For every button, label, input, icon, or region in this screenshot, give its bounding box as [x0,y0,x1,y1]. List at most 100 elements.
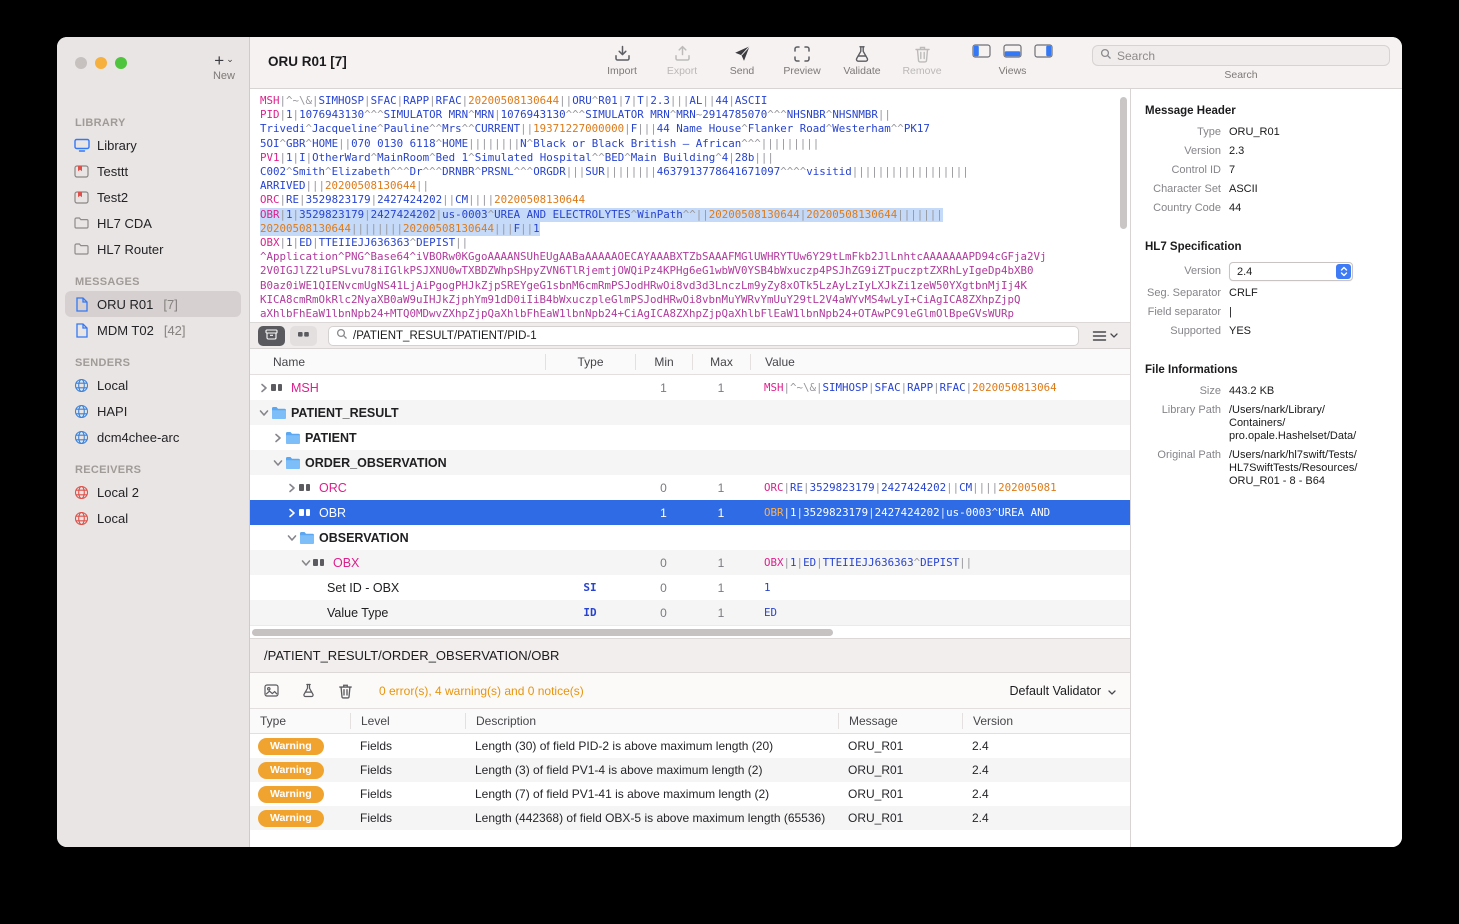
tree-column-value[interactable]: Value [750,354,1130,370]
tree-row-orc[interactable]: ORC01ORC|RE|3529823179|2427424202||CM|||… [250,475,1130,500]
sidebar-item-local[interactable]: Local [65,372,241,398]
tree-row-patient[interactable]: PATIENT [250,425,1130,450]
view-right-panel-icon[interactable] [1034,44,1053,63]
folder-icon [285,456,305,469]
sidebar-item-local-2[interactable]: Local 2 [65,479,241,505]
sidebar-item-hapi[interactable]: HAPI [65,398,241,424]
hl7-version-select[interactable]: 2.4 [1229,262,1353,281]
tree-column-min[interactable]: Min [635,354,692,370]
warning-badge: Warning [258,762,324,779]
sidebar-item-test2[interactable]: Test2 [65,184,241,210]
disclosure-down-icon[interactable] [298,559,313,567]
tree-row-obr[interactable]: OBR11OBR|1|3529823179|2427424202|us-0003… [250,500,1130,525]
send-button[interactable]: Send [720,44,764,77]
inspector-label: Original Path [1145,449,1229,462]
sidebar-item-hl7-cda[interactable]: HL7 CDA [65,210,241,236]
sidebar-section-senders: SENDERSLocalHAPIdcm4chee-arc [57,357,249,450]
tree-row-name: PATIENT_RESULT [291,406,399,420]
tree-row-msh[interactable]: MSH11MSH|^~\&|SIMHOSP|SFAC|RAPP|RFAC|202… [250,375,1130,400]
flat-view-button[interactable] [290,326,317,346]
sidebar-item-mdm-t02[interactable]: MDM T02[42] [65,317,241,343]
disclosure-down-icon[interactable] [284,534,299,542]
import-button[interactable]: Import [600,44,644,77]
sidebar-item-hl7-router[interactable]: HL7 Router [65,236,241,262]
inspector-section-hl7-specification: HL7 SpecificationVersion2.4Seg. Separato… [1145,241,1392,338]
inspector-label: Country Code [1145,202,1229,215]
folder-icon [285,431,305,444]
view-bottom-panel-icon[interactable] [1003,44,1022,63]
disclosure-right-icon[interactable] [284,508,299,518]
tree-search-field[interactable]: /PATIENT_RESULT/PATIENT/PID-1 [328,326,1079,346]
inspector-section-title: Message Header [1145,105,1392,117]
sidebar-item-oru-r01[interactable]: ORU R01[7] [65,291,241,317]
tree-cell-min: 0 [635,556,692,570]
issue-row[interactable]: WarningFieldsLength (30) of field PID-2 … [250,734,1130,758]
tree-row-obx[interactable]: OBX01OBX|1|ED|TTEIIEJJ636363^DEPIST|| [250,550,1130,575]
issues-column-version[interactable]: Version [962,713,1130,729]
grouped-view-button[interactable] [258,326,285,346]
warning-badge: Warning [258,786,324,803]
inspector-row-type: TypeORU_R01 [1145,126,1392,139]
issues-column-message[interactable]: Message [838,713,962,729]
message-editor[interactable]: MSH|^~\&|SIMHOSP|SFAC|RAPP|RFAC|20200508… [250,89,1130,322]
issues-column-description[interactable]: Description [465,713,838,729]
issue-row[interactable]: WarningFieldsLength (3) of field PV1-4 i… [250,758,1130,782]
issue-row[interactable]: WarningFieldsLength (7) of field PV1-41 … [250,782,1130,806]
sidebar-item-library[interactable]: Library [65,132,241,158]
issue-version-cell: 2.4 [962,787,1130,801]
disclosure-right-icon[interactable] [256,383,271,393]
inspector-section-file-informations: File InformationsSize443.2 KBLibrary Pat… [1145,364,1392,488]
tree-row-name: ORC [319,481,347,495]
display-options-button[interactable] [1090,330,1120,342]
sidebar-item-local[interactable]: Local [65,505,241,531]
doc-icon [73,297,90,312]
trash-icon[interactable] [338,683,353,699]
disclosure-down-icon[interactable] [270,459,285,467]
horizontal-scrollbar[interactable] [250,625,1130,638]
editor-line: ARRIVED|||20200508130644|| [260,179,1116,193]
editor-line: 2V0IGJlZ2luPSLvu78iIGlkPSJXNU0wTXBDZWhpS… [260,264,1116,278]
validate-icon[interactable] [301,683,316,698]
tree-cell-max: 1 [692,606,750,620]
toolbar-search-field[interactable]: Search [1092,45,1390,66]
scrollbar-thumb[interactable] [252,629,833,636]
tree-column-name[interactable]: Name [250,354,545,370]
validate-button[interactable]: Validate [840,44,884,77]
tree-row-name: OBSERVATION [319,531,409,545]
issue-row[interactable]: WarningFieldsLength (442368) of field OB… [250,806,1130,830]
tree-row-observation[interactable]: OBSERVATION [250,525,1130,550]
tree-row-order-observation[interactable]: ORDER_OBSERVATION [250,450,1130,475]
inspector-value: ORU_R01 [1229,126,1381,139]
validator-select[interactable]: Default Validator [1010,684,1117,698]
doc-icon [73,323,90,338]
tree-column-max[interactable]: Max [692,354,750,370]
issues-column-level[interactable]: Level [350,713,465,729]
tree-column-type[interactable]: Type [545,354,635,370]
view-left-panel-icon[interactable] [972,44,991,63]
tree-row-value-type[interactable]: Value TypeID01ED [250,600,1130,625]
minimize-window-button[interactable] [95,57,107,69]
preview-button[interactable]: Preview [780,44,824,77]
issues-column-type[interactable]: Type [250,713,350,729]
editor-scrollbar[interactable] [1120,97,1127,229]
folder-icon [271,406,291,419]
disclosure-right-icon[interactable] [270,433,285,443]
sidebar-item-dcm4chee-arc[interactable]: dcm4chee-arc [65,424,241,450]
message-detail-pane: MSH|^~\&|SIMHOSP|SFAC|RAPP|RFAC|20200508… [250,89,1130,847]
disclosure-down-icon[interactable] [256,409,271,417]
sidebar-item-label: Local [97,511,128,526]
inspector-row-field-separator: Field separator| [1145,306,1392,319]
tree-row-patient-result[interactable]: PATIENT_RESULT [250,400,1130,425]
new-button[interactable]: +⌄ New [213,51,235,82]
editor-line: PV1|1|I|OtherWard^MainRoom^Bed 1^Simulat… [260,151,1116,165]
editor-line: ORC|RE|3529823179|2427424202||CM||||2020… [260,193,1116,207]
sidebar-item-label: Testtt [97,164,128,179]
search-icon [1100,47,1112,65]
tree-cell-max: 1 [692,556,750,570]
close-window-button[interactable] [75,57,87,69]
sidebar-item-testtt[interactable]: Testtt [65,158,241,184]
zoom-window-button[interactable] [115,57,127,69]
disclosure-right-icon[interactable] [284,483,299,493]
tree-row-set-id-obx[interactable]: Set ID - OBXSI011 [250,575,1130,600]
report-icon[interactable] [264,684,279,697]
